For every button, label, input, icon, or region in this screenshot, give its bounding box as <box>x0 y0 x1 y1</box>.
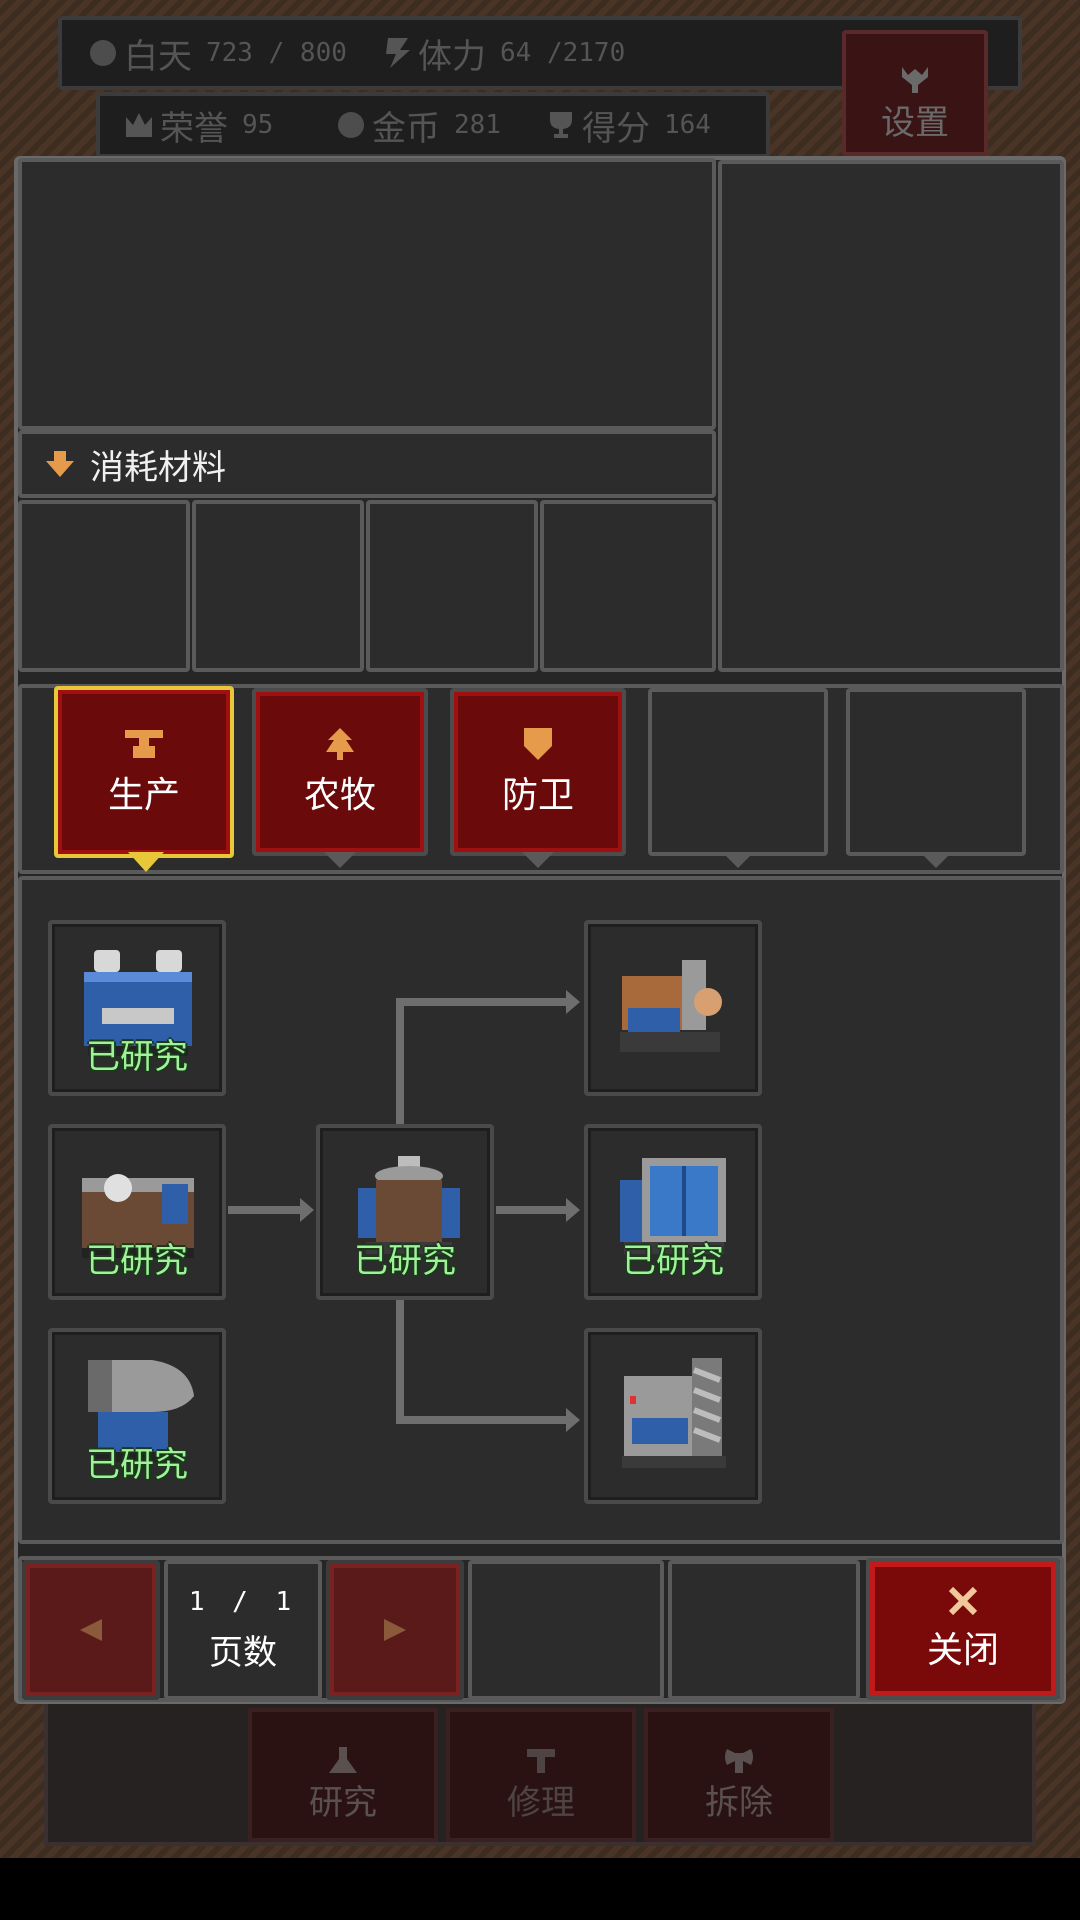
connector-arrow <box>566 1408 580 1432</box>
connector-line <box>396 998 404 1124</box>
arrow-left-icon <box>80 1619 102 1641</box>
total-pages: 1 <box>275 1586 298 1617</box>
stamina-stat: 体力 64 /2170 <box>382 20 625 86</box>
tech-node-workbench[interactable]: 已研究 <box>48 920 226 1096</box>
prev-page-button[interactable] <box>22 1560 160 1700</box>
researched-label: 已研究 <box>622 1241 724 1281</box>
page-separator: / <box>232 1586 254 1617</box>
lightning-icon <box>386 38 410 68</box>
material-slot-4[interactable] <box>540 500 716 672</box>
connector-arrow <box>566 990 580 1014</box>
materials-label: 消耗材料 <box>90 447 226 488</box>
trophy-icon <box>550 112 572 138</box>
tab-production-label: 生产 <box>107 775 180 816</box>
score-stat: 得分 164 <box>546 96 711 154</box>
page-number: 1 / 1 <box>189 1587 297 1617</box>
tab-farming-arrow <box>324 852 356 868</box>
researched-label: 已研究 <box>86 1037 188 1077</box>
bottom-slot-2 <box>668 1560 860 1700</box>
tab-empty-5[interactable] <box>846 688 1026 856</box>
current-page: 1 <box>188 1586 211 1617</box>
material-slot-3[interactable] <box>366 500 538 672</box>
research-button[interactable]: 研究 <box>248 1708 438 1842</box>
material-slot-1[interactable] <box>18 500 190 672</box>
tech-node-lathe[interactable]: 已研究 <box>316 1124 494 1300</box>
shield-icon <box>524 728 552 760</box>
close-icon <box>948 1586 978 1616</box>
tab-empty-4[interactable] <box>648 688 828 856</box>
tab-defense[interactable]: 防卫 <box>450 688 626 856</box>
gold-label: 金币 <box>372 108 440 149</box>
score-value: 164 <box>664 110 711 140</box>
coin-icon <box>338 112 364 138</box>
drill-machine-icon <box>622 1358 726 1468</box>
tab-defense-label: 防卫 <box>501 775 574 816</box>
connector-line <box>396 1416 568 1424</box>
settings-button[interactable]: 设置 <box>842 30 988 156</box>
research-label: 研究 <box>309 1783 377 1823</box>
tab-farming[interactable]: 农牧 <box>252 688 428 856</box>
materials-header: 消耗材料 <box>18 430 716 498</box>
connector-arrow <box>566 1198 580 1222</box>
close-button[interactable]: 关闭 <box>866 1558 1060 1700</box>
researched-label: 已研究 <box>86 1241 188 1281</box>
honor-label: 荣誉 <box>160 108 228 149</box>
tech-node-furnace[interactable]: 已研究 <box>48 1124 226 1300</box>
anvil-icon <box>125 730 163 758</box>
repair-button[interactable]: 修理 <box>446 1708 636 1842</box>
repair-label: 修理 <box>507 1783 575 1823</box>
tech-node-drill-machine[interactable] <box>584 1328 762 1504</box>
tab-defense-arrow <box>522 852 554 868</box>
honor-stat: 荣誉 95 <box>124 96 273 154</box>
demolish-button[interactable]: 拆除 <box>644 1708 834 1842</box>
close-label: 关闭 <box>926 1630 999 1671</box>
connector-arrow <box>300 1198 314 1222</box>
hammer-icon <box>527 1749 555 1773</box>
day-stat: 白天 723 / 800 <box>90 20 347 86</box>
tech-node-glass-cabinet[interactable]: 已研究 <box>584 1124 762 1300</box>
connector-line <box>396 1300 404 1424</box>
axe-icon <box>725 1749 753 1773</box>
material-slot-2[interactable] <box>192 500 364 672</box>
description-panel <box>18 158 716 430</box>
connector-line <box>396 998 568 1006</box>
gold-stat: 金币 281 <box>338 96 501 154</box>
screen-bottom-bar <box>0 1858 1080 1920</box>
connector-line <box>228 1206 308 1214</box>
tab-production[interactable]: 生产 <box>54 686 234 858</box>
tab-empty-5-arrow <box>920 852 952 868</box>
tech-node-anvil-station[interactable]: 已研究 <box>48 1328 226 1504</box>
day-label: 白天 <box>124 36 192 77</box>
tech-node-chest-storage[interactable] <box>584 920 762 1096</box>
sun-icon <box>90 40 116 66</box>
score-label: 得分 <box>582 108 650 149</box>
tree-icon <box>326 728 354 760</box>
researched-label: 已研究 <box>86 1445 188 1485</box>
chest-storage-icon <box>620 960 722 1052</box>
tab-empty-4-arrow <box>722 852 754 868</box>
page-indicator: 1 / 1 页数 <box>164 1560 322 1700</box>
score-bar: 荣誉 95 金币 281 得分 164 <box>96 92 770 158</box>
next-page-button[interactable] <box>326 1560 464 1700</box>
honor-value: 95 <box>242 110 274 140</box>
demolish-label: 拆除 <box>705 1783 773 1823</box>
settings-label: 设置 <box>881 103 949 143</box>
selected-tab-pointer <box>128 852 164 872</box>
tab-farming-label: 农牧 <box>303 775 376 816</box>
stamina-value: 64 /2170 <box>500 38 626 68</box>
stamina-label: 体力 <box>418 36 486 77</box>
connector-line <box>496 1206 568 1214</box>
bottom-slot-1 <box>468 1560 664 1700</box>
preview-panel <box>718 160 1064 672</box>
day-value: 723 / 800 <box>206 38 347 68</box>
page-label: 页数 <box>209 1632 277 1673</box>
wrench-icon <box>902 67 928 93</box>
research-icon <box>329 1747 357 1773</box>
gold-value: 281 <box>454 110 501 140</box>
arrow-right-icon <box>384 1619 406 1641</box>
researched-label: 已研究 <box>354 1241 456 1281</box>
crown-icon <box>126 113 152 137</box>
arrow-down-icon <box>46 451 74 477</box>
